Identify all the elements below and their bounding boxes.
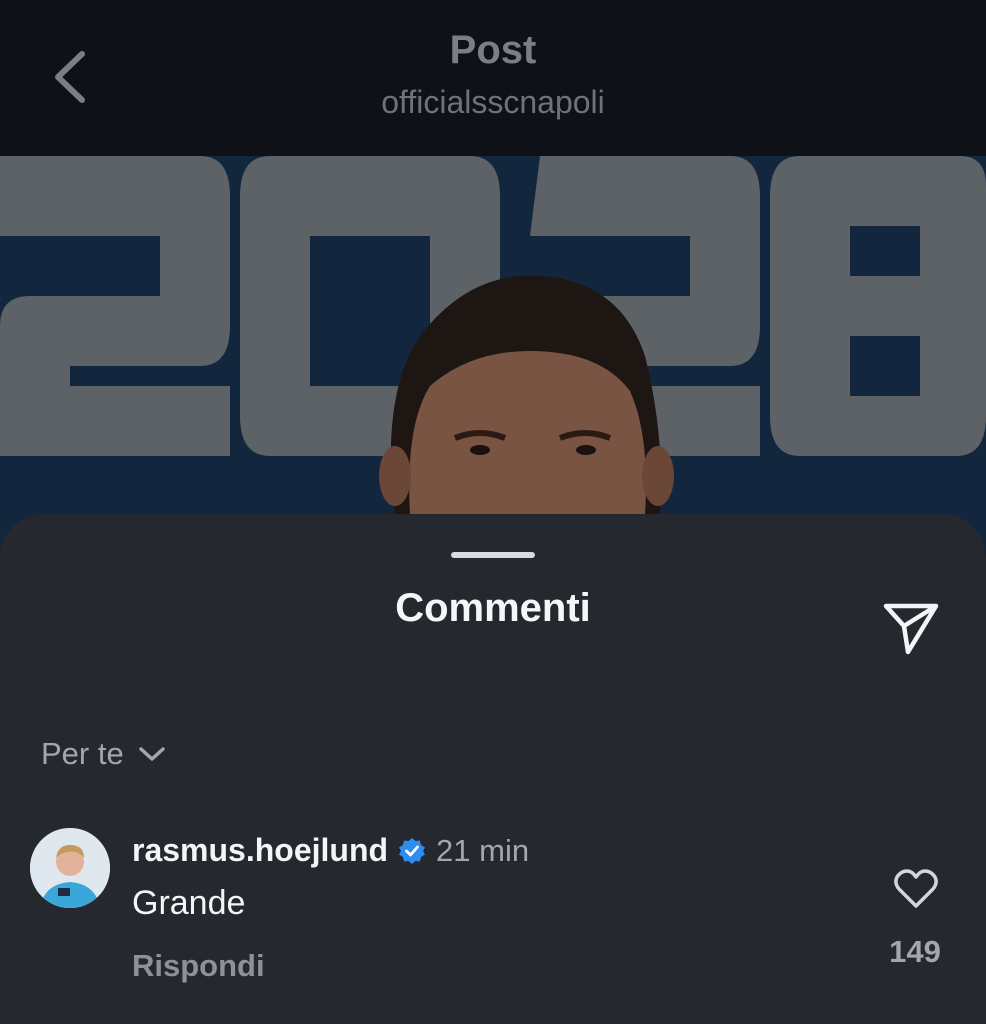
comments-title: Commenti bbox=[395, 586, 591, 630]
top-bar: Post officialsscnapoli bbox=[0, 0, 986, 156]
avatar[interactable] bbox=[30, 828, 110, 908]
share-button[interactable] bbox=[880, 596, 942, 658]
sort-label: Per te bbox=[41, 736, 124, 771]
comment-header: rasmus.hoejlund 21 min bbox=[132, 832, 529, 869]
heart-icon bbox=[894, 869, 938, 908]
drag-handle[interactable] bbox=[451, 552, 535, 558]
chevron-down-icon bbox=[138, 747, 165, 761]
reply-button[interactable]: Rispondi bbox=[132, 948, 265, 984]
verified-badge-icon bbox=[399, 837, 426, 864]
post-image bbox=[0, 156, 986, 576]
comment-time: 21 min bbox=[436, 832, 530, 868]
send-icon bbox=[883, 603, 939, 655]
comment-item: rasmus.hoejlund 21 min Grande Rispondi 1… bbox=[0, 820, 986, 1000]
post-image-graphic bbox=[0, 156, 986, 576]
like-button[interactable] bbox=[893, 868, 939, 910]
sort-dropdown[interactable]: Per te bbox=[41, 736, 166, 772]
page-subtitle[interactable]: officialsscnapoli bbox=[0, 84, 986, 121]
comment-text: Grande bbox=[132, 884, 246, 922]
page-title: Post bbox=[449, 28, 537, 72]
comments-sheet: Commenti Per te rasmus.hoejlund 21 min G… bbox=[0, 514, 986, 1024]
like-count: 149 bbox=[889, 934, 941, 969]
comment-username[interactable]: rasmus.hoejlund bbox=[132, 832, 388, 869]
avatar-image bbox=[30, 828, 110, 908]
